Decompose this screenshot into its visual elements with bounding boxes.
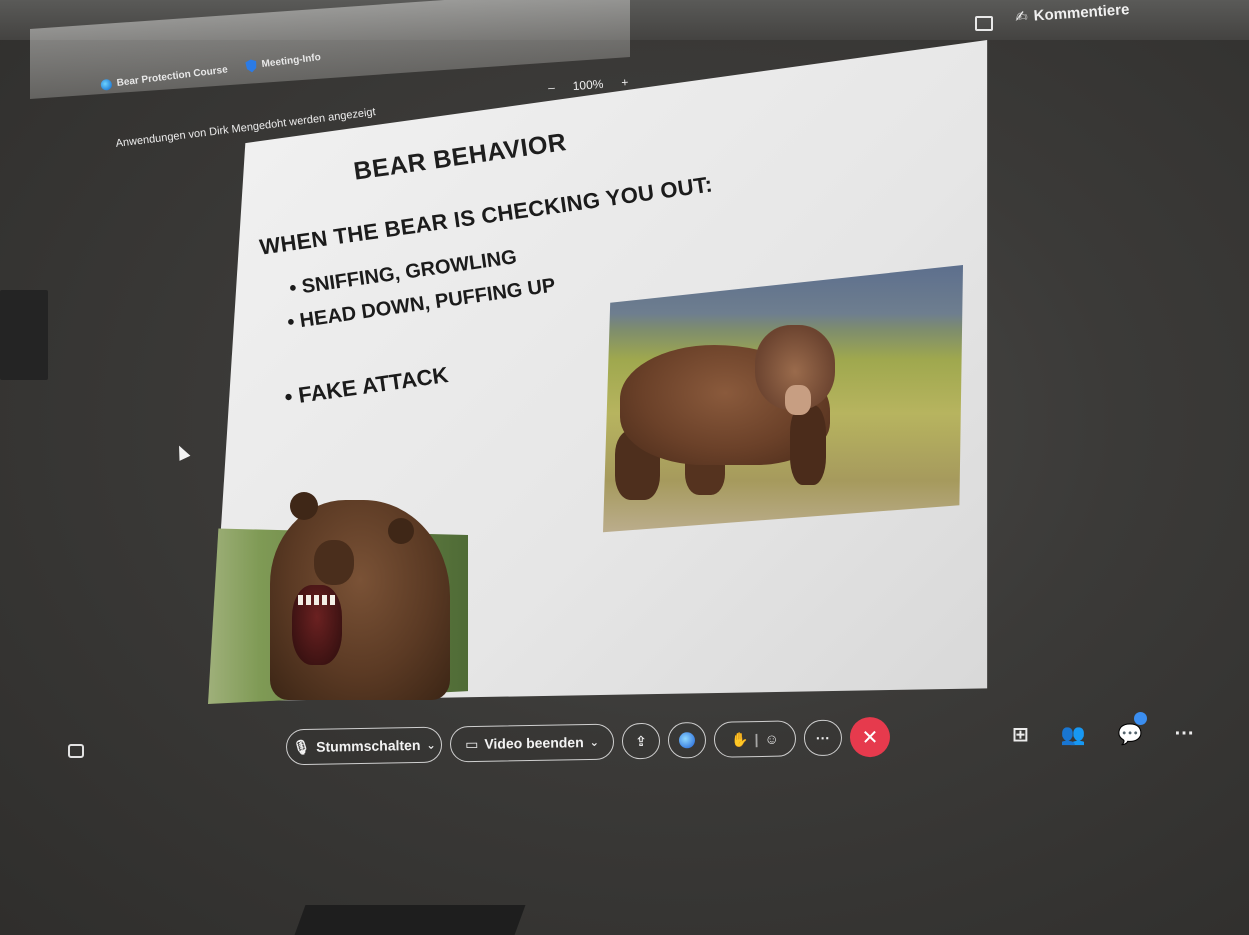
chat-button[interactable]: 💬	[1117, 712, 1147, 747]
webex-logo-icon	[100, 78, 113, 91]
pen-icon: ✍	[1014, 8, 1029, 26]
microphone-icon: 🎙	[292, 738, 311, 755]
mute-button[interactable]: 🎙 Stummschalten ⌄	[285, 726, 443, 766]
bear-leg	[790, 405, 826, 485]
bear-ear	[388, 518, 414, 544]
video-label: Video beenden	[484, 734, 584, 752]
wall-device	[0, 290, 48, 380]
chevron-down-icon[interactable]: ⌄	[590, 735, 599, 748]
screen-share-icon[interactable]	[975, 16, 993, 31]
bear-snout	[785, 385, 811, 415]
more-options-button[interactable]: ···	[803, 719, 843, 757]
close-icon: ✕	[861, 726, 879, 749]
right-toolbar: ⊞ 👥 💬 ···	[1012, 712, 1195, 747]
reactions-button[interactable]: ✋ | ☺	[713, 720, 797, 758]
shield-icon	[245, 59, 258, 73]
video-button[interactable]: ▭ Video beenden ⌄	[449, 723, 615, 763]
ai-assistant-button[interactable]	[667, 721, 707, 759]
more-icon[interactable]: ···	[1175, 723, 1195, 746]
end-call-button[interactable]: ✕	[849, 716, 891, 758]
chat-icon: 💬	[1117, 724, 1143, 746]
raise-hand-icon[interactable]: ✋	[731, 731, 749, 748]
captions-icon[interactable]	[68, 744, 84, 758]
share-button[interactable]: ⇪	[621, 722, 661, 760]
bear-ear	[290, 492, 318, 520]
foreground-object	[294, 905, 526, 935]
share-icon: ⇪	[634, 732, 647, 749]
chevron-down-icon[interactable]: ⌄	[426, 738, 435, 751]
zoom-in-button[interactable]: +	[621, 75, 629, 89]
bear-teeth	[298, 595, 336, 605]
more-icon: ···	[815, 729, 831, 747]
zoom-level: 100%	[572, 76, 604, 94]
ai-assistant-icon	[678, 732, 696, 749]
participants-icon[interactable]: 👥	[1061, 722, 1086, 747]
mute-label: Stummschalten	[316, 736, 421, 755]
divider: |	[754, 731, 759, 748]
bear-snout	[314, 540, 354, 585]
zoom-out-button[interactable]: –	[548, 80, 556, 94]
apps-icon[interactable]: ⊞	[1012, 722, 1029, 747]
emoji-icon[interactable]: ☺	[764, 731, 779, 747]
camera-icon: ▭	[464, 735, 479, 752]
notification-badge	[1133, 712, 1147, 725]
